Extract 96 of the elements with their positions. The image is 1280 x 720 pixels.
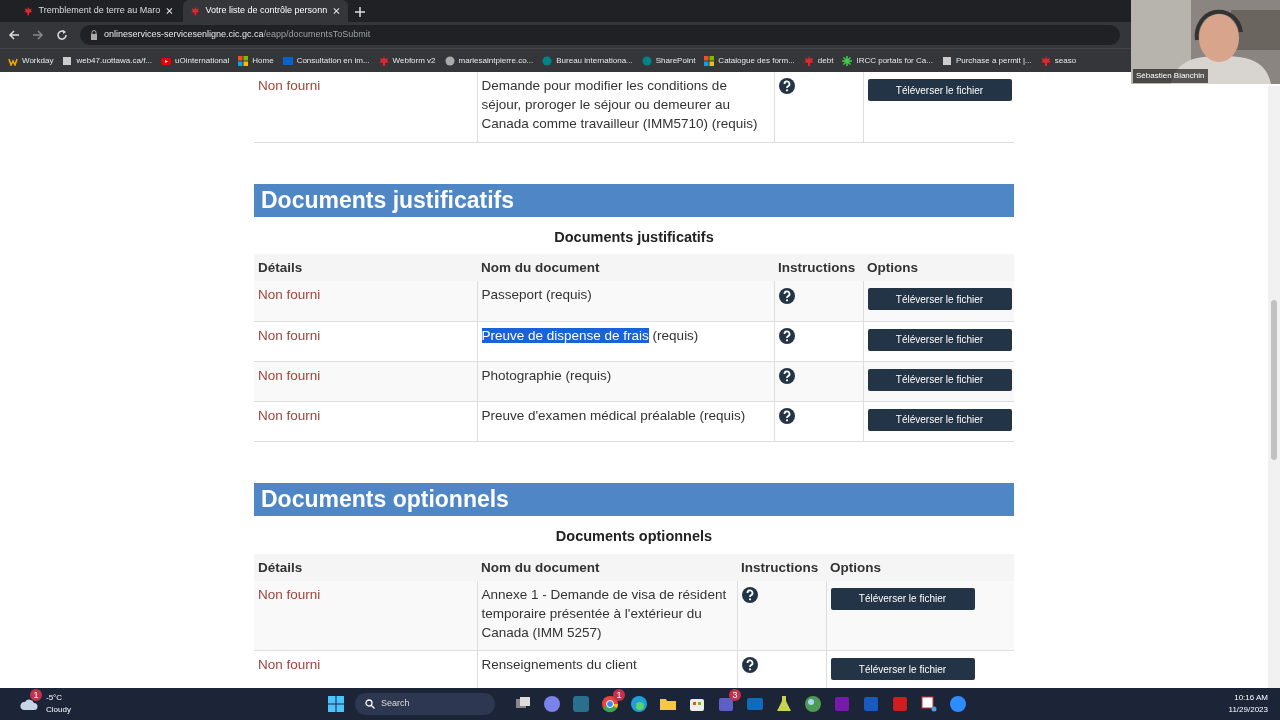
scrollbar[interactable]	[1268, 86, 1280, 688]
status-text: Non fourni	[258, 287, 321, 303]
table-caption: Documents justificatifs	[553, 227, 715, 247]
table-caption: Documents optionnels	[554, 526, 714, 546]
maple-leaf-icon	[24, 6, 33, 16]
weather-text: Cloudy	[46, 704, 71, 716]
bookmark-link[interactable]: SharePoint	[655, 54, 696, 67]
bookmark-link[interactable]: seaso	[1054, 54, 1077, 67]
clock-date: 11/29/2023	[1228, 704, 1268, 716]
notification-badge: 3	[728, 689, 741, 701]
notification-badge: 1	[30, 689, 42, 701]
upload-button[interactable]: Téléverser le fichier	[867, 79, 1012, 101]
help-icon[interactable]	[741, 657, 758, 674]
snipping-icon[interactable]	[919, 695, 938, 713]
bookmark-link[interactable]: Webform v2	[392, 54, 436, 67]
status-text: Non fourni	[258, 586, 321, 602]
circle-logo-icon	[542, 55, 553, 66]
column-header: Détails	[254, 254, 477, 282]
browser-tab[interactable]: Votre liste de contrôle personn	[183, 0, 348, 22]
bookmark-link[interactable]: Purchase a permit |...	[955, 54, 1032, 67]
upload-button[interactable]: Téléverser le fichier	[830, 658, 975, 680]
clock-time: 10:16 AM	[1233, 692, 1268, 704]
status-text: Non fourni	[258, 327, 321, 343]
url-text: onlineservices-servicesenligne.cic.gc.ca/eapp/documentsToSubmit	[104, 28, 371, 42]
bookmark-link[interactable]: Home	[252, 54, 274, 67]
address-bar[interactable]: onlineservices-servicesenligne.cic.gc.ca/eapp/documentsToSubmit	[80, 25, 1120, 45]
bookmark-link[interactable]: IRCC portals for Ca...	[856, 54, 933, 67]
start-icon[interactable]	[327, 696, 344, 712]
pdf-icon[interactable]	[890, 695, 909, 713]
column-header: Options	[863, 254, 1014, 282]
document-name: Demande pour modifier les conditions de séjour, proroger le séjour ou demeurer au Canada comme travailleur (IMM5710) (requis)	[481, 78, 758, 131]
document-name: Passeport (requis)	[481, 287, 592, 303]
help-icon[interactable]	[778, 328, 795, 345]
document-name: Preuve d'examen médical préalable (requis)	[481, 407, 746, 423]
upload-button[interactable]: Téléverser le fichier	[867, 288, 1012, 311]
play-icon	[161, 55, 172, 66]
status-text: Non fourni	[258, 367, 321, 383]
bookmark-link[interactable]: mariesaintpierre.co...	[458, 54, 534, 67]
page-icon	[62, 55, 73, 66]
help-icon[interactable]	[778, 368, 795, 385]
circle-logo-icon	[641, 55, 652, 66]
column-header: Instructions	[737, 553, 826, 581]
bookmark-link[interactable]: Catalogue des form...	[718, 54, 795, 67]
close-icon[interactable]	[166, 7, 173, 15]
bookmark-link[interactable]: Consultation en im...	[296, 54, 370, 67]
search-icon	[364, 699, 375, 709]
forward-icon[interactable]	[32, 29, 44, 41]
help-icon[interactable]	[778, 287, 795, 304]
section-heading: Documents optionnels	[254, 482, 1014, 516]
column-header: Détails	[254, 553, 477, 581]
upload-button[interactable]: Téléverser le fichier	[830, 587, 975, 610]
document-name: Preuve de dispense de frais (requis)	[481, 327, 699, 343]
column-header: Instructions	[774, 254, 863, 282]
search-box[interactable]: Search	[354, 693, 495, 715]
flask-icon[interactable]	[774, 695, 793, 713]
status-text: Non fourni	[258, 657, 321, 672]
participant-name: Sébastien Bianchin	[1133, 69, 1208, 83]
upload-button[interactable]: Téléverser le fichier	[867, 408, 1012, 431]
bookmark-link[interactable]: Workday	[22, 54, 54, 67]
grid-icon	[238, 55, 249, 66]
bookmark-link[interactable]: Bureau internationa...	[556, 54, 633, 67]
bookmark-link[interactable]: web47.uottawa.ca/f...	[76, 54, 153, 67]
maple-leaf-icon	[1040, 55, 1051, 66]
maple-leaf-icon	[803, 55, 814, 66]
star-icon	[842, 55, 853, 66]
browser-tab[interactable]: Tremblement de terre au Maro	[16, 0, 181, 22]
grid-icon	[704, 55, 715, 66]
lock-icon	[90, 30, 98, 40]
status-text: Non fourni	[258, 78, 321, 93]
section-heading: Documents justificatifs	[254, 183, 1014, 217]
notification-badge: 1	[612, 689, 625, 701]
bookmark-link[interactable]: uOinternational	[175, 54, 230, 67]
page-icon	[941, 55, 952, 66]
close-icon[interactable]	[333, 7, 340, 15]
reload-icon[interactable]	[56, 29, 68, 41]
maple-leaf-icon	[191, 6, 200, 16]
browser-icon[interactable]	[600, 695, 619, 713]
upload-button[interactable]: Téléverser le fichier	[867, 328, 1012, 351]
column-header: Options	[826, 553, 1014, 581]
upload-button[interactable]: Téléverser le fichier	[867, 368, 1012, 391]
document-name: Annexe 1 - Demande de visa de résident temporaire présentée à l'extérieur du Canada (IMM 5257)	[481, 586, 727, 640]
document-name: Photographie (requis)	[481, 367, 612, 383]
help-icon[interactable]	[778, 408, 795, 425]
column-header: Nom du document	[477, 254, 774, 282]
column-header: Nom du document	[477, 553, 737, 581]
maple-leaf-icon	[378, 55, 389, 66]
status-text: Non fourni	[258, 407, 321, 423]
back-icon[interactable]	[8, 29, 20, 41]
cloud-icon	[20, 697, 38, 711]
help-icon[interactable]	[741, 586, 758, 603]
help-icon[interactable]	[778, 78, 795, 95]
document-name: Renseignements du client	[481, 657, 637, 672]
browser-icon[interactable]	[629, 695, 648, 713]
temperature-text: -5°C	[46, 692, 64, 704]
bookmark-link[interactable]: debt	[817, 54, 834, 67]
app-icon[interactable]	[571, 695, 590, 713]
